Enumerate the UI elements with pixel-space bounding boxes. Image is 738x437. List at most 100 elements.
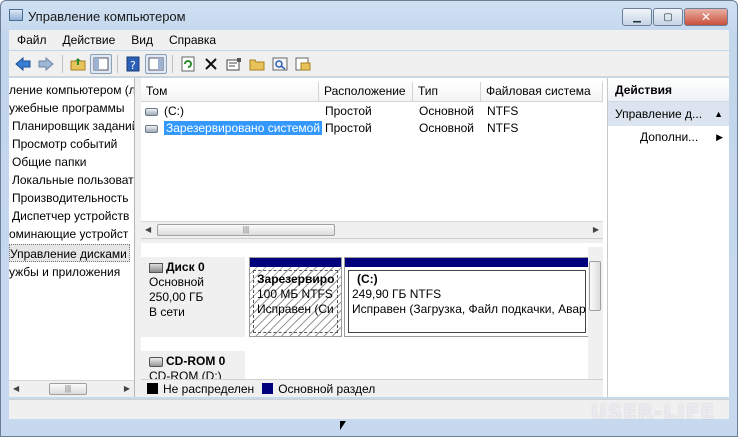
partition-c-inner: (C:) 249,90 ГБ NTFS Исправен (Загрузка, … <box>348 270 586 333</box>
refresh-icon[interactable] <box>177 54 199 74</box>
cdrom-icon <box>149 356 163 367</box>
column-header-layout[interactable]: Расположение <box>319 82 413 101</box>
column-header-type[interactable]: Тип <box>413 82 481 101</box>
disk-0-status: В сети <box>149 305 185 319</box>
scroll-thumb[interactable]: ||| <box>157 224 335 236</box>
legend-label-unallocated: Не распределен <box>163 381 255 396</box>
partition-bar <box>250 258 341 267</box>
actions-section-label: Управление д... <box>615 107 703 121</box>
partition-status: Исправен (Си <box>257 302 334 316</box>
volume-filesystem: NTFS <box>487 104 519 118</box>
disk-0-type: Основной <box>149 275 205 289</box>
drive-icon <box>145 107 158 116</box>
maximize-button[interactable]: ▢ <box>653 8 683 26</box>
cdrom-0-label-row: CD-ROM 0 <box>149 354 237 369</box>
toolbar: ? <box>9 51 729 77</box>
submenu-arrow-icon: ▶ <box>716 132 723 142</box>
cdrom-0-info[interactable]: CD-ROM 0 CD-ROM (D:) <box>141 351 245 383</box>
close-button[interactable]: ✕ <box>684 8 728 26</box>
mouse-cursor-icon <box>340 421 346 430</box>
disk-0-label: Диск 0 <box>166 260 205 274</box>
disk-graphical-view: Диск 0 Основной 250,00 ГБ В сети Зарезер… <box>141 243 603 397</box>
help-icon[interactable]: ? <box>122 54 144 74</box>
volume-layout: Простой <box>325 104 372 118</box>
menu-action[interactable]: Действие <box>55 33 124 47</box>
tree-item-device-manager[interactable]: Диспетчер устройств <box>12 207 129 225</box>
volume-list-horizontal-scrollbar[interactable]: ◀ ||| ▶ <box>141 221 603 238</box>
tree-horizontal-scrollbar[interactable]: ◀ ||| ▶ <box>9 380 134 397</box>
open-folder-icon[interactable] <box>246 54 268 74</box>
scroll-left-icon[interactable]: ◀ <box>145 225 151 234</box>
partition-name: Зарезервиро <box>257 272 335 286</box>
toolbar-separator <box>117 54 118 73</box>
scroll-thumb[interactable] <box>589 261 601 311</box>
scroll-left-icon[interactable]: ◀ <box>13 384 19 393</box>
volume-name: (C:) <box>164 104 184 118</box>
tree-item-local-users[interactable]: Локальные пользовате <box>12 171 134 189</box>
partition-size: 249,90 ГБ NTFS <box>352 287 442 301</box>
tree-item-performance[interactable]: Производительность <box>12 189 128 207</box>
up-folder-icon[interactable] <box>67 54 89 74</box>
column-header-filesystem[interactable]: Файловая система <box>481 82 603 101</box>
delete-icon[interactable] <box>200 54 222 74</box>
partition-c[interactable]: (C:) 249,90 ГБ NTFS Исправен (Загрузка, … <box>344 257 590 337</box>
title-bar[interactable]: Управление компьютером ▁ ▢ ✕ <box>1 1 737 31</box>
scroll-thumb[interactable]: ||| <box>49 383 87 395</box>
tree-item-task-scheduler[interactable]: Планировщик заданий <box>12 117 134 135</box>
tree-item-system-tools[interactable]: ужебные программы <box>9 99 125 117</box>
menu-file[interactable]: Файл <box>9 33 55 47</box>
partition-name: (C:) <box>357 272 378 286</box>
scroll-right-icon[interactable]: ▶ <box>593 225 599 234</box>
legend-label-primary: Основной раздел <box>278 381 376 396</box>
menu-view[interactable]: Вид <box>123 33 161 47</box>
disk-view-vertical-scrollbar[interactable] <box>588 247 603 379</box>
tree-item-shared-folders[interactable]: Общие папки <box>12 153 86 171</box>
app-window: Управление компьютером ▁ ▢ ✕ Файл Действ… <box>0 0 738 437</box>
watermark: USER-LIFE <box>590 400 715 424</box>
column-header-volume[interactable]: Том <box>141 82 319 101</box>
search-icon[interactable] <box>269 54 291 74</box>
computer-management-icon <box>9 9 23 21</box>
volume-name-cell: Зарезервировано системой <box>145 120 323 137</box>
tree-item-disk-management[interactable]: Управление дисками <box>9 244 130 262</box>
volume-row[interactable]: (C:) Простой Основной NTFS <box>141 103 603 120</box>
disk-0-label-row: Диск 0 <box>149 260 237 275</box>
back-arrow-icon[interactable] <box>12 54 34 74</box>
show-hide-action-pane-icon[interactable] <box>145 53 167 74</box>
export-icon[interactable] <box>292 54 314 74</box>
volume-row[interactable]: Зарезервировано системой Простой Основно… <box>141 120 603 137</box>
menu-bar: Файл Действие Вид Справка <box>9 30 729 50</box>
volume-type: Основной <box>419 121 475 135</box>
partition-status: Исправен (Загрузка, Файл подкачки, Авар <box>352 302 586 316</box>
minimize-button[interactable]: ▁ <box>622 8 652 26</box>
actions-more-label: Дополни... <box>640 130 699 144</box>
scroll-right-icon[interactable]: ▶ <box>124 384 130 393</box>
tree-item-computer-management[interactable]: ление компьютером (л <box>9 81 134 99</box>
actions-section-disk-management[interactable]: Управление д... ▲ <box>608 102 729 126</box>
forward-arrow-icon[interactable] <box>35 54 57 74</box>
collapse-triangle-icon[interactable]: ▲ <box>714 102 723 126</box>
disk-0-size: 250,00 ГБ <box>149 290 204 304</box>
show-hide-tree-icon[interactable] <box>90 53 112 74</box>
legend: Не распределен Основной раздел <box>141 379 603 397</box>
actions-more[interactable]: Дополни... ▶ <box>608 126 729 148</box>
legend-swatch-primary <box>262 383 274 394</box>
toolbar-separator <box>62 54 63 73</box>
disk-0-info[interactable]: Диск 0 Основной 250,00 ГБ В сети <box>141 257 245 337</box>
volume-list: Том Расположение Тип Файловая система (C… <box>141 78 603 238</box>
actions-pane: Действия Управление д... ▲ Дополни... ▶ <box>607 78 729 397</box>
disk-icon <box>149 262 163 273</box>
menu-help[interactable]: Справка <box>161 33 224 47</box>
properties-icon[interactable] <box>223 54 245 74</box>
partition-bar <box>345 258 589 267</box>
volume-list-header: Том Расположение Тип Файловая система <box>141 82 603 102</box>
partition-reserved[interactable]: Зарезервиро 100 МБ NTFS Исправен (Си <box>249 257 342 337</box>
partition-reserved-inner: Зарезервиро 100 МБ NTFS Исправен (Си <box>253 270 338 333</box>
tree-item-event-viewer[interactable]: Просмотр событий <box>12 135 117 153</box>
tree-item-services-apps[interactable]: ужбы и приложения <box>9 263 120 281</box>
window-title: Управление компьютером <box>28 9 186 24</box>
volume-type: Основной <box>419 104 475 118</box>
actions-header: Действия <box>608 78 729 102</box>
tree-item-storage[interactable]: оминающие устройст <box>9 225 128 243</box>
partition-size: 100 МБ NTFS <box>257 287 333 301</box>
